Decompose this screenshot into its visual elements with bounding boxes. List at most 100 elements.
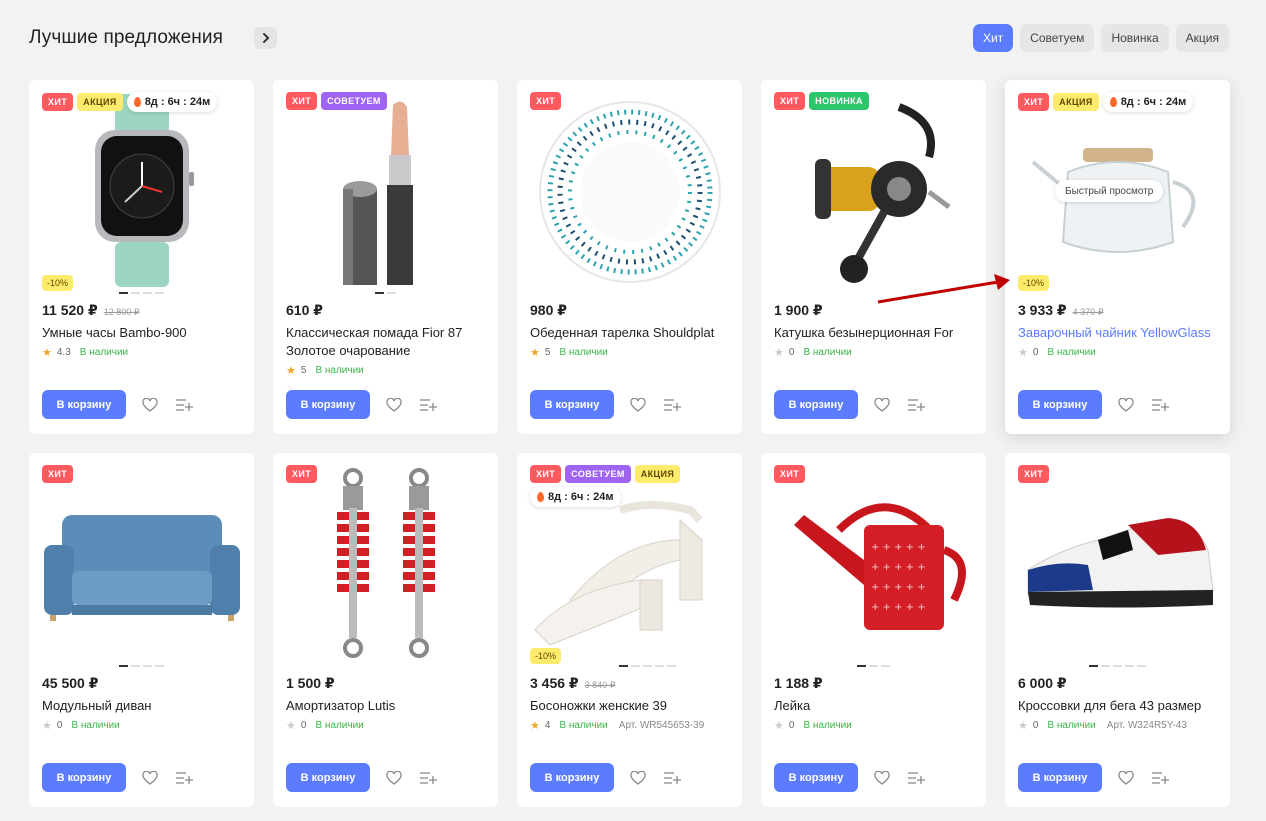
- tab-new[interactable]: Новинка: [1101, 24, 1169, 52]
- heart-icon[interactable]: [384, 768, 404, 788]
- discount-badge: -10%: [530, 648, 562, 664]
- card-actions: В корзину: [42, 763, 194, 792]
- filter-tabs: Хит Советуем Новинка Акция: [972, 24, 1229, 52]
- add-to-cart-button[interactable]: В корзину: [774, 763, 858, 792]
- product-image[interactable]: [527, 92, 732, 292]
- compare-icon[interactable]: [1150, 768, 1170, 788]
- image-slider-dots[interactable]: [552, 665, 742, 667]
- product-name[interactable]: Кроссовки для бега 43 размер: [1018, 697, 1218, 715]
- badge-group: ХИТ: [530, 92, 730, 110]
- image-slider-dots[interactable]: [29, 665, 254, 667]
- timer-text: 8д : 6ч : 24м: [548, 491, 614, 503]
- annotation-arrow: [877, 274, 1010, 304]
- add-to-cart-button[interactable]: В корзину: [286, 763, 370, 792]
- product-name[interactable]: Умные часы Bambo-900: [42, 324, 242, 342]
- add-to-cart-button[interactable]: В корзину: [42, 390, 126, 419]
- compare-icon[interactable]: [906, 395, 926, 415]
- product-image[interactable]: + + + + + + + + + + + + + + + + + + + +: [771, 465, 976, 665]
- heart-icon[interactable]: [628, 395, 648, 415]
- add-to-cart-button[interactable]: В корзину: [286, 390, 370, 419]
- badge-hit: ХИТ: [1018, 465, 1050, 483]
- product-image[interactable]: [771, 92, 976, 292]
- add-to-cart-button[interactable]: В корзину: [774, 390, 858, 419]
- section-more-button[interactable]: [254, 27, 277, 49]
- add-to-cart-button[interactable]: В корзину: [1018, 390, 1102, 419]
- old-price: 4 370 ₽: [1072, 307, 1104, 317]
- heart-icon[interactable]: [628, 768, 648, 788]
- compare-icon[interactable]: [662, 395, 682, 415]
- stock-status: В наличии: [559, 347, 608, 358]
- section-title: Лучшие предложения: [29, 27, 223, 48]
- heart-icon[interactable]: [140, 395, 160, 415]
- product-card[interactable]: ХИТ АКЦИЯ 8д : 6ч : 24м -10% 11 520 ₽ 12…: [29, 80, 254, 434]
- price: 45 500 ₽: [42, 675, 99, 691]
- tab-hit[interactable]: Хит: [972, 24, 1014, 52]
- star-icon: ★: [774, 347, 784, 359]
- add-to-cart-button[interactable]: В корзину: [42, 763, 126, 792]
- heart-icon[interactable]: [872, 768, 892, 788]
- heart-icon[interactable]: [140, 768, 160, 788]
- product-card[interactable]: ХИТ 6 000 ₽ Кроссовки для бега 43 размер…: [1005, 453, 1230, 807]
- product-card[interactable]: ХИТ 45 500 ₽ Модульный диван ★ 0 В налич…: [29, 453, 254, 807]
- product-name[interactable]: Амортизатор Lutis: [286, 697, 486, 715]
- badge-sale: АКЦИЯ: [77, 93, 123, 111]
- product-name[interactable]: Босоножки женские 39: [530, 697, 730, 715]
- product-meta: ★ 0 В наличии Арт. W324R5Y-43: [1018, 719, 1187, 732]
- compare-icon[interactable]: [1150, 395, 1170, 415]
- tab-recommended[interactable]: Советуем: [1020, 24, 1095, 52]
- compare-icon[interactable]: [906, 768, 926, 788]
- product-name[interactable]: Заварочный чайник YellowGlass: [1018, 324, 1218, 342]
- stock-status: В наличии: [803, 347, 852, 358]
- heart-icon[interactable]: [1116, 395, 1136, 415]
- product-card[interactable]: ХИТ 1 500 ₽ Амортизатор Lutis ★ 0 В нали…: [273, 453, 498, 807]
- tab-sale[interactable]: Акция: [1175, 24, 1229, 52]
- fire-icon: [1109, 97, 1117, 107]
- old-price: 12 800 ₽: [103, 307, 140, 317]
- product-card[interactable]: ХИТ 980 ₽ Обеденная тарелка Shouldplat ★…: [517, 80, 742, 434]
- quick-view-button[interactable]: Быстрый просмотр: [1055, 180, 1164, 202]
- product-image[interactable]: [39, 465, 244, 665]
- image-slider-dots[interactable]: [761, 665, 986, 667]
- product-image[interactable]: [283, 465, 488, 665]
- product-card[interactable]: ХИТ СОВЕТУЕМ 610 ₽ Классическая помада F…: [273, 80, 498, 434]
- product-image[interactable]: [1015, 465, 1220, 665]
- image-slider-dots[interactable]: [29, 292, 254, 294]
- product-image[interactable]: [39, 92, 244, 292]
- add-to-cart-button[interactable]: В корзину: [530, 390, 614, 419]
- product-meta: ★ 5 В наличии: [286, 364, 364, 377]
- compare-icon[interactable]: [174, 395, 194, 415]
- product-card[interactable]: ХИТ АКЦИЯ 8д : 6ч : 24м -10% 3 933 ₽ 4 3…: [1005, 80, 1230, 434]
- price: 980 ₽: [530, 302, 567, 318]
- product-card[interactable]: ХИТ НОВИНКА 1 900 ₽ Катушка безынерционн…: [761, 80, 986, 434]
- heart-icon[interactable]: [384, 395, 404, 415]
- product-name[interactable]: Обеденная тарелка Shouldplat: [530, 324, 730, 342]
- product-card[interactable]: + + + + + + + + + + + + + + + + + + + + ХИТ…: [761, 453, 986, 807]
- product-name[interactable]: Катушка безынерционная For: [774, 324, 974, 342]
- heart-icon[interactable]: [872, 395, 892, 415]
- compare-icon[interactable]: [418, 768, 438, 788]
- compare-icon[interactable]: [418, 395, 438, 415]
- product-card[interactable]: ХИТ СОВЕТУЕМ АКЦИЯ 8д : 6ч : 24м -10% 3 …: [517, 453, 742, 807]
- card-actions: В корзину: [774, 390, 926, 419]
- star-icon: ★: [774, 720, 784, 732]
- badge-group: ХИТ: [42, 465, 242, 483]
- image-slider-dots[interactable]: [1005, 665, 1230, 667]
- product-meta: ★ 0 В наличии: [774, 346, 852, 359]
- product-meta: ★ 0 В наличии: [286, 719, 364, 732]
- countdown-timer: 8д : 6ч : 24м: [530, 487, 621, 507]
- product-image[interactable]: [283, 92, 488, 292]
- product-name[interactable]: Классическая помада Fior 87 Золотое очар…: [286, 324, 486, 360]
- svg-text:+ + + + +: + + + + +: [871, 582, 926, 593]
- product-meta: ★ 0 В наличии: [1018, 346, 1096, 359]
- heart-icon[interactable]: [1116, 768, 1136, 788]
- price-row: 1 500 ₽: [286, 675, 335, 692]
- product-name[interactable]: Лейка: [774, 697, 974, 715]
- badge-group: ХИТ СОВЕТУЕМ: [286, 92, 486, 110]
- add-to-cart-button[interactable]: В корзину: [530, 763, 614, 792]
- image-slider-dots[interactable]: [273, 292, 498, 294]
- rating: 5: [544, 347, 551, 358]
- compare-icon[interactable]: [662, 768, 682, 788]
- product-name[interactable]: Модульный диван: [42, 697, 242, 715]
- compare-icon[interactable]: [174, 768, 194, 788]
- add-to-cart-button[interactable]: В корзину: [1018, 763, 1102, 792]
